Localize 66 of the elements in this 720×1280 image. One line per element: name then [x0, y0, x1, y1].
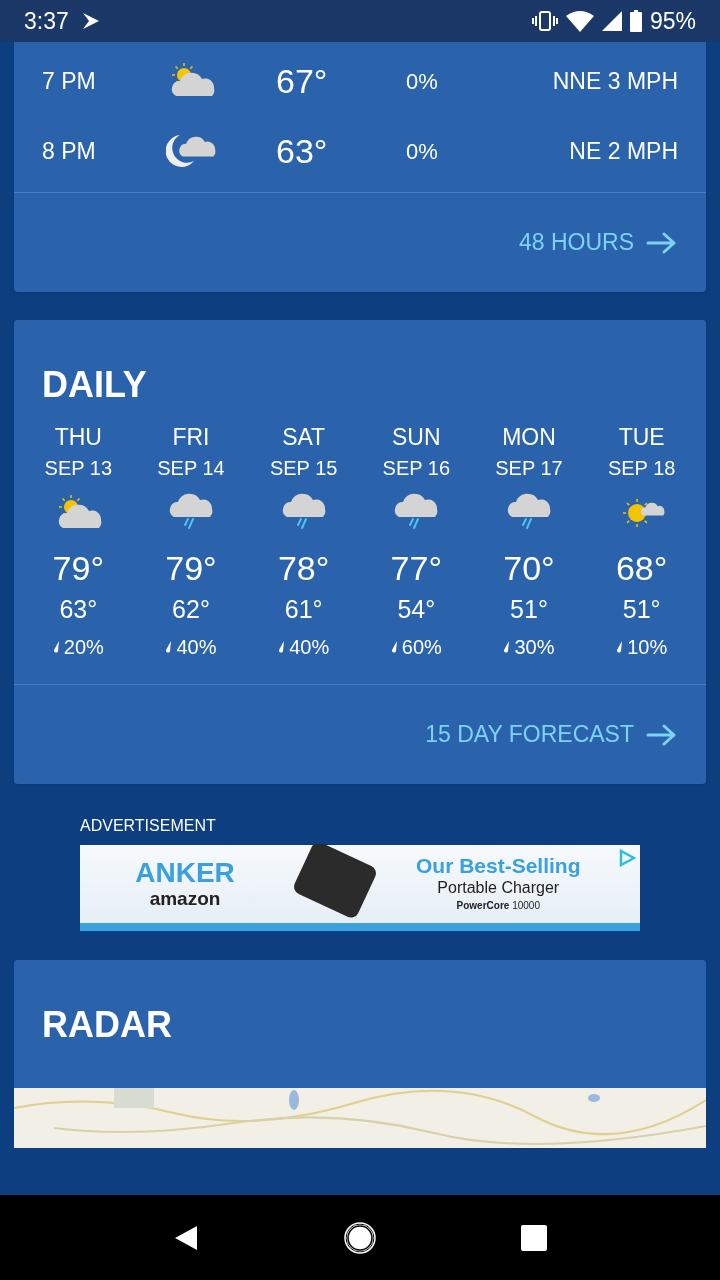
high-temperature: 68°	[615, 548, 668, 589]
high-temperature: 79°	[52, 548, 105, 589]
day-name: THU	[54, 423, 102, 452]
day-name: MON	[502, 423, 556, 452]
low-temperature: 51°	[622, 594, 661, 625]
raindrop-icon	[278, 641, 286, 653]
day-name: FRI	[172, 423, 210, 452]
flag-icon	[80, 11, 101, 31]
precipitation-chance: 60%	[401, 635, 442, 660]
battery-percent: 95%	[649, 6, 696, 36]
advertisement-label: ADVERTISEMENT	[80, 816, 217, 836]
48-hours-link[interactable]: 48 HOURS	[518, 225, 678, 260]
raindrop-icon	[52, 641, 60, 653]
raindrop-icon	[503, 641, 511, 653]
day-date: SEP 18	[607, 456, 676, 481]
clock-time: 3:37	[24, 6, 69, 36]
wifi-icon	[565, 10, 594, 32]
high-temperature: 77°	[390, 548, 443, 589]
signal-icon	[601, 11, 622, 31]
arrow-right-icon	[646, 722, 678, 747]
15-day-forecast-link[interactable]: 15 DAY FORECAST	[425, 717, 678, 752]
hour-time: 7 PM	[42, 66, 97, 96]
raindrop-icon	[390, 641, 398, 653]
precipitation-chance: 10%	[627, 635, 668, 660]
high-temperature: 79°	[165, 548, 217, 589]
low-temperature: 61°	[284, 594, 323, 625]
brand-logo: ANKER	[135, 858, 235, 888]
hour-precipitation: 0%	[406, 137, 438, 166]
daily-title: DAILY	[42, 363, 148, 407]
store-logo: amazon	[149, 888, 221, 910]
ad-subhead: Portable Charger	[437, 878, 560, 898]
low-temperature: 51°	[510, 594, 548, 625]
day-date: SEP 15	[269, 456, 338, 481]
precipitation-chance: 40%	[176, 635, 217, 660]
battery-icon	[629, 10, 642, 32]
low-temperature: 62°	[172, 594, 210, 625]
ad-banner[interactable]: ANKER amazon Our Best-Selling Portable Charger PowerCore 10000	[80, 845, 640, 931]
hour-wind: NE 2 MPH	[569, 136, 678, 166]
product-name: PowerCore 10000	[456, 899, 540, 913]
hour-temperature: 63°	[276, 130, 329, 172]
precipitation-chance: 40%	[289, 635, 330, 660]
radar-title: RADAR	[42, 1003, 173, 1047]
home-icon[interactable]	[344, 1221, 376, 1254]
low-temperature: 54°	[397, 594, 436, 625]
high-temperature: 70°	[503, 548, 555, 589]
vibrate-icon	[531, 10, 558, 32]
low-temperature: 63°	[59, 594, 98, 625]
hour-precipitation: 0%	[406, 67, 438, 96]
day-name: TUE	[618, 423, 665, 452]
day-date: SEP 16	[382, 456, 451, 481]
overview-icon[interactable]	[521, 1224, 548, 1251]
day-name: SUN	[392, 423, 441, 452]
day-date: SEP 17	[495, 456, 563, 481]
hour-time: 8 PM	[42, 136, 97, 166]
precipitation-chance: 30%	[514, 635, 555, 660]
day-name: SAT	[282, 423, 326, 452]
hour-wind: NNE 3 MPH	[552, 66, 678, 96]
day-date: SEP 13	[44, 456, 113, 481]
day-date: SEP 14	[157, 456, 225, 481]
ad-headline: Our Best-Selling	[416, 854, 581, 878]
raindrop-icon	[616, 641, 624, 653]
precipitation-chance: 20%	[63, 635, 104, 660]
hour-temperature: 67°	[276, 60, 329, 102]
high-temperature: 78°	[277, 548, 330, 589]
raindrop-icon	[165, 641, 173, 653]
arrow-right-icon	[646, 230, 678, 255]
